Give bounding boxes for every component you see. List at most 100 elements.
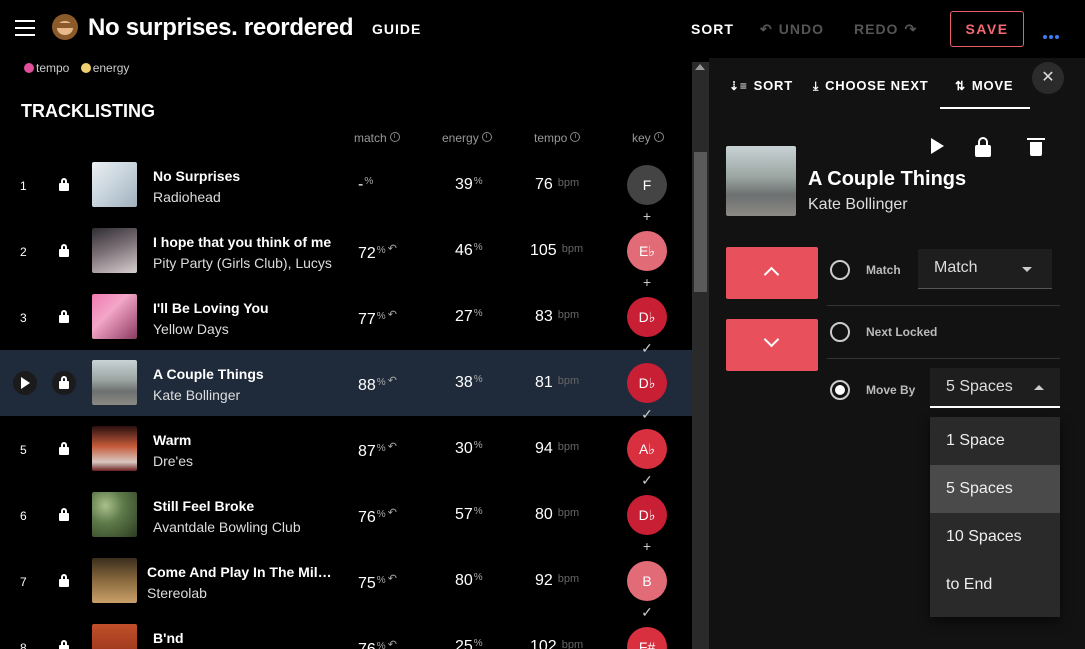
energy-value: 30% [455, 440, 483, 457]
track-artist[interactable]: Dre'es [153, 453, 193, 469]
menu-icon[interactable] [15, 20, 35, 36]
move-by-radio[interactable] [830, 380, 850, 400]
revert-icon[interactable]: ↶ [388, 375, 397, 387]
tab-sort[interactable]: ⇣≡ SORT [729, 78, 793, 93]
lock-button[interactable] [52, 371, 76, 395]
track-row[interactable]: 6 Still Feel Broke Avantdale Bowling Club 7… [0, 482, 692, 548]
lock-button[interactable] [52, 305, 76, 329]
lock-button[interactable] [52, 635, 76, 649]
move-by-option-label: Move By [866, 383, 916, 397]
play-icon[interactable] [13, 371, 37, 395]
key-column-header: key i [632, 131, 664, 145]
match-value: 76%↶ [358, 639, 397, 649]
lock-button[interactable] [52, 239, 76, 263]
track-artist[interactable]: Radiohead [153, 189, 221, 205]
sort-button[interactable]: SORT [691, 21, 734, 37]
move-down-button[interactable] [726, 319, 818, 371]
key-badge[interactable]: D♭ [627, 297, 667, 337]
match-radio[interactable] [830, 260, 850, 280]
track-title[interactable]: No Surprises [153, 168, 240, 184]
track-title[interactable]: B'nd [153, 630, 184, 646]
legend-energy[interactable]: energy [80, 61, 129, 75]
track-title[interactable]: I'll Be Loving You [153, 300, 269, 316]
revert-icon[interactable]: ↶ [388, 639, 397, 649]
info-icon[interactable]: i [653, 132, 664, 142]
track-row[interactable]: 8 B'nd 76%↶ 25% 102bpm F# [0, 614, 692, 649]
track-title[interactable]: Warm [153, 432, 191, 448]
scrollbar-thumb[interactable] [694, 152, 707, 292]
playlist-title[interactable]: No surprises. reordered [88, 14, 354, 42]
scrollbar-track[interactable] [692, 62, 709, 649]
key-badge[interactable]: E♭ [627, 231, 667, 271]
track-title[interactable]: Come And Play In The Milk… [147, 564, 337, 580]
info-icon[interactable]: i [389, 132, 400, 142]
track-title[interactable]: Still Feel Broke [153, 498, 254, 514]
more-icon[interactable] [1043, 26, 1061, 44]
track-row[interactable]: 3 I'll Be Loving You Yellow Days 77% ↶ 27% 83 b… [0, 284, 692, 350]
track-row[interactable]: A Couple Things Kate Bollinger 88% ↶ 38% 81 bp… [0, 350, 692, 416]
revert-icon[interactable]: ↶ [388, 507, 397, 519]
key-badge[interactable]: F# [627, 627, 667, 649]
track-row[interactable]: 2 I hope that you think of me Pity Party (… [0, 218, 692, 284]
key-add-icon: + [642, 274, 652, 290]
key-badge[interactable]: B [627, 561, 667, 601]
match-value: 72% ↶ [358, 243, 397, 262]
scroll-up-icon[interactable] [695, 64, 705, 70]
revert-icon[interactable]: ↶ [388, 243, 397, 255]
track-artist[interactable]: Stereolab [147, 585, 207, 601]
lock-button[interactable] [52, 173, 76, 197]
revert-icon[interactable]: ↶ [388, 573, 397, 585]
divider [827, 305, 1060, 306]
track-title[interactable]: A Couple Things [153, 366, 264, 382]
lock-icon[interactable] [975, 137, 991, 157]
track-artist[interactable]: Avantdale Bowling Club [153, 519, 301, 535]
lock-button[interactable] [52, 437, 76, 461]
key-badge[interactable]: D♭ [627, 495, 667, 535]
guide-button[interactable]: GUIDE [372, 21, 421, 37]
next-locked-radio[interactable] [830, 322, 850, 342]
key-badge[interactable]: A♭ [627, 429, 667, 469]
tab-move[interactable]: ⇅ MOVE [955, 78, 1013, 93]
menu-item-10-spaces[interactable]: 10 Spaces [930, 513, 1060, 561]
tab-choose-next[interactable]: ⤓ CHOOSE NEXT [813, 78, 929, 94]
key-check-icon: ✓ [641, 340, 653, 356]
play-icon[interactable] [931, 138, 944, 154]
track-row[interactable]: 7 Come And Play In The Milk… Stereolab 75% ↶… [0, 548, 692, 614]
lock-icon [59, 376, 69, 389]
menu-item-to-end[interactable]: to End [930, 561, 1060, 609]
lock-button[interactable] [52, 569, 76, 593]
key-badge[interactable]: F [627, 165, 667, 205]
divider [827, 358, 1060, 359]
info-icon[interactable]: i [481, 132, 492, 142]
lock-icon [59, 310, 69, 323]
key-badge[interactable]: D♭ [627, 363, 667, 403]
save-button[interactable]: SAVE [950, 11, 1024, 47]
energy-value: 46% [455, 242, 483, 259]
close-icon[interactable]: ✕ [1032, 62, 1064, 94]
track-artist[interactable]: Kate Bollinger [153, 387, 240, 403]
revert-icon[interactable]: ↶ [388, 441, 397, 453]
revert-icon[interactable]: ↶ [388, 309, 397, 321]
track-title[interactable]: I hope that you think of me [153, 234, 331, 250]
menu-item-5-spaces[interactable]: 5 Spaces [930, 465, 1060, 513]
track-artist[interactable]: Pity Party (Girls Club), Lucys [153, 255, 332, 271]
menu-item-1-space[interactable]: 1 Space [930, 417, 1060, 465]
match-select[interactable]: Match [918, 249, 1052, 289]
trash-icon[interactable] [1027, 138, 1045, 156]
lock-button[interactable] [52, 503, 76, 527]
track-row[interactable]: 5 Warm Dre'es 87% ↶ 30% 94 bpm A♭ [0, 416, 692, 482]
move-up-button[interactable] [726, 247, 818, 299]
tempo-column-header: tempo i [534, 131, 581, 145]
undo-button[interactable]: ↶ UNDO [760, 21, 824, 38]
track-artist[interactable]: Yellow Days [153, 321, 229, 337]
info-icon[interactable]: i [570, 132, 581, 142]
redo-button[interactable]: REDO ↷ [854, 21, 917, 38]
move-by-select[interactable]: 5 Spaces [930, 368, 1060, 408]
energy-column-header: energy i [442, 131, 492, 145]
track-artwork [726, 146, 796, 216]
track-number: 8 [20, 641, 27, 649]
lock-icon [59, 640, 69, 649]
track-row[interactable]: 1 No Surprises Radiohead -% 39% 76 bpm F [0, 152, 692, 218]
choose-next-icon: ⤓ [813, 79, 820, 93]
legend-tempo[interactable]: tempo [24, 61, 69, 75]
